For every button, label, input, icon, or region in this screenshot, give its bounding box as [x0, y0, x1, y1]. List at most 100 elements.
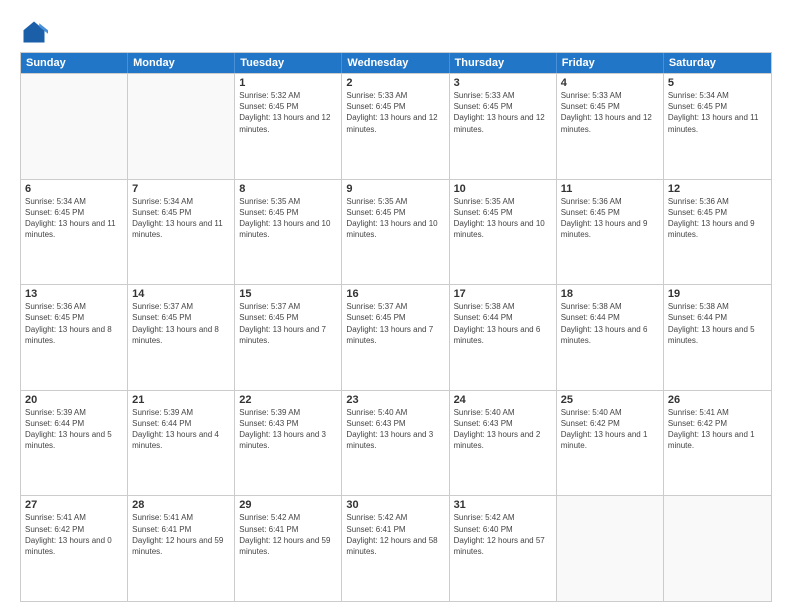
- day-number: 8: [239, 183, 337, 195]
- calendar-cell: 2Sunrise: 5:33 AM Sunset: 6:45 PM Daylig…: [342, 74, 449, 179]
- calendar-cell: 25Sunrise: 5:40 AM Sunset: 6:42 PM Dayli…: [557, 391, 664, 496]
- day-number: 31: [454, 499, 552, 511]
- day-info: Sunrise: 5:40 AM Sunset: 6:43 PM Dayligh…: [346, 407, 444, 452]
- calendar-body: 1Sunrise: 5:32 AM Sunset: 6:45 PM Daylig…: [21, 73, 771, 601]
- day-info: Sunrise: 5:42 AM Sunset: 6:41 PM Dayligh…: [239, 512, 337, 557]
- day-number: 12: [668, 183, 767, 195]
- day-header-wednesday: Wednesday: [342, 53, 449, 73]
- day-info: Sunrise: 5:35 AM Sunset: 6:45 PM Dayligh…: [346, 196, 444, 241]
- day-info: Sunrise: 5:42 AM Sunset: 6:40 PM Dayligh…: [454, 512, 552, 557]
- day-info: Sunrise: 5:34 AM Sunset: 6:45 PM Dayligh…: [25, 196, 123, 241]
- day-number: 14: [132, 288, 230, 300]
- calendar: SundayMondayTuesdayWednesdayThursdayFrid…: [20, 52, 772, 602]
- calendar-cell: 21Sunrise: 5:39 AM Sunset: 6:44 PM Dayli…: [128, 391, 235, 496]
- day-number: 28: [132, 499, 230, 511]
- calendar-week-4: 20 Sunrise: 5:39 AM Sunset: 6:44 PM Dayli…: [21, 390, 771, 496]
- day-number: 4: [561, 77, 659, 89]
- calendar-cell: 14Sunrise: 5:37 AM Sunset: 6:45 PM Dayli…: [128, 285, 235, 390]
- header: [20, 18, 772, 46]
- calendar-cell: 29Sunrise: 5:42 AM Sunset: 6:41 PM Dayli…: [235, 496, 342, 601]
- calendar-cell: [664, 496, 771, 601]
- day-number: 26: [668, 394, 767, 406]
- calendar-cell: [128, 74, 235, 179]
- day-info: Sunrise: 5:38 AM Sunset: 6:44 PM Dayligh…: [561, 301, 659, 346]
- day-info: Sunrise: 5:35 AM Sunset: 6:45 PM Dayligh…: [239, 196, 337, 241]
- calendar-cell: 8Sunrise: 5:35 AM Sunset: 6:45 PM Daylig…: [235, 180, 342, 285]
- day-number: 27: [25, 499, 123, 511]
- day-info: Sunrise: 5:34 AM Sunset: 6:45 PM Dayligh…: [132, 196, 230, 241]
- day-number: 5: [668, 77, 767, 89]
- day-info: Sunrise: 5:35 AM Sunset: 6:45 PM Dayligh…: [454, 196, 552, 241]
- day-info: Sunrise: 5:36 AM Sunset: 6:45 PM Dayligh…: [668, 196, 767, 241]
- calendar-cell: 20Sunrise: 5:39 AM Sunset: 6:44 PM Dayli…: [21, 391, 128, 496]
- calendar-cell: 19Sunrise: 5:38 AM Sunset: 6:44 PM Dayli…: [664, 285, 771, 390]
- calendar-cell: 4Sunrise: 5:33 AM Sunset: 6:45 PM Daylig…: [557, 74, 664, 179]
- day-number: 16: [346, 288, 444, 300]
- day-number: 11: [561, 183, 659, 195]
- day-info: Sunrise: 5:42 AM Sunset: 6:41 PM Dayligh…: [346, 512, 444, 557]
- logo: [20, 18, 52, 46]
- calendar-cell: 27Sunrise: 5:41 AM Sunset: 6:42 PM Dayli…: [21, 496, 128, 601]
- calendar-cell: 23Sunrise: 5:40 AM Sunset: 6:43 PM Dayli…: [342, 391, 449, 496]
- calendar-cell: 13Sunrise: 5:36 AM Sunset: 6:45 PM Dayli…: [21, 285, 128, 390]
- day-number: 7: [132, 183, 230, 195]
- calendar-week-3: 13Sunrise: 5:36 AM Sunset: 6:45 PM Dayli…: [21, 284, 771, 390]
- calendar-cell: 15Sunrise: 5:37 AM Sunset: 6:45 PM Dayli…: [235, 285, 342, 390]
- day-info: Sunrise: 5:38 AM Sunset: 6:44 PM Dayligh…: [454, 301, 552, 346]
- calendar-cell: 10Sunrise: 5:35 AM Sunset: 6:45 PM Dayli…: [450, 180, 557, 285]
- calendar-cell: 5Sunrise: 5:34 AM Sunset: 6:45 PM Daylig…: [664, 74, 771, 179]
- day-header-tuesday: Tuesday: [235, 53, 342, 73]
- calendar-cell: 17Sunrise: 5:38 AM Sunset: 6:44 PM Dayli…: [450, 285, 557, 390]
- calendar-week-5: 27Sunrise: 5:41 AM Sunset: 6:42 PM Dayli…: [21, 495, 771, 601]
- day-info: Sunrise: 5:33 AM Sunset: 6:45 PM Dayligh…: [561, 90, 659, 135]
- calendar-week-2: 6Sunrise: 5:34 AM Sunset: 6:45 PM Daylig…: [21, 179, 771, 285]
- calendar-cell: 6Sunrise: 5:34 AM Sunset: 6:45 PM Daylig…: [21, 180, 128, 285]
- calendar-cell: 3Sunrise: 5:33 AM Sunset: 6:45 PM Daylig…: [450, 74, 557, 179]
- day-number: 20: [25, 394, 123, 406]
- page: SundayMondayTuesdayWednesdayThursdayFrid…: [0, 0, 792, 612]
- day-number: 2: [346, 77, 444, 89]
- calendar-cell: 7Sunrise: 5:34 AM Sunset: 6:45 PM Daylig…: [128, 180, 235, 285]
- day-info: Sunrise: 5:39 AM Sunset: 6:44 PM Dayligh…: [132, 407, 230, 452]
- day-number: 13: [25, 288, 123, 300]
- logo-icon: [20, 18, 48, 46]
- calendar-cell: 24Sunrise: 5:40 AM Sunset: 6:43 PM Dayli…: [450, 391, 557, 496]
- calendar-cell: 1Sunrise: 5:32 AM Sunset: 6:45 PM Daylig…: [235, 74, 342, 179]
- day-number: 24: [454, 394, 552, 406]
- day-info: Sunrise: 5:33 AM Sunset: 6:45 PM Dayligh…: [454, 90, 552, 135]
- day-number: 21: [132, 394, 230, 406]
- calendar-cell: 28Sunrise: 5:41 AM Sunset: 6:41 PM Dayli…: [128, 496, 235, 601]
- day-number: 18: [561, 288, 659, 300]
- day-number: 3: [454, 77, 552, 89]
- day-info: Sunrise: 5:36 AM Sunset: 6:45 PM Dayligh…: [561, 196, 659, 241]
- calendar-cell: 26Sunrise: 5:41 AM Sunset: 6:42 PM Dayli…: [664, 391, 771, 496]
- day-number: 23: [346, 394, 444, 406]
- calendar-cell: 31Sunrise: 5:42 AM Sunset: 6:40 PM Dayli…: [450, 496, 557, 601]
- day-info: Sunrise: 5:36 AM Sunset: 6:45 PM Dayligh…: [25, 301, 123, 346]
- day-number: 29: [239, 499, 337, 511]
- day-info: Sunrise: 5:32 AM Sunset: 6:45 PM Dayligh…: [239, 90, 337, 135]
- day-number: 17: [454, 288, 552, 300]
- day-number: 15: [239, 288, 337, 300]
- day-info: Sunrise: 5:33 AM Sunset: 6:45 PM Dayligh…: [346, 90, 444, 135]
- calendar-header: SundayMondayTuesdayWednesdayThursdayFrid…: [21, 53, 771, 73]
- day-info: Sunrise: 5:40 AM Sunset: 6:43 PM Dayligh…: [454, 407, 552, 452]
- day-number: 22: [239, 394, 337, 406]
- day-number: 25: [561, 394, 659, 406]
- day-info: Sunrise: 5:41 AM Sunset: 6:42 PM Dayligh…: [668, 407, 767, 452]
- day-info: Sunrise: 5:41 AM Sunset: 6:41 PM Dayligh…: [132, 512, 230, 557]
- calendar-cell: [557, 496, 664, 601]
- day-info: Sunrise: 5:37 AM Sunset: 6:45 PM Dayligh…: [346, 301, 444, 346]
- day-header-friday: Friday: [557, 53, 664, 73]
- day-info: Sunrise: 5:39 AM Sunset: 6:43 PM Dayligh…: [239, 407, 337, 452]
- day-header-thursday: Thursday: [450, 53, 557, 73]
- day-number: 1: [239, 77, 337, 89]
- calendar-cell: 18Sunrise: 5:38 AM Sunset: 6:44 PM Dayli…: [557, 285, 664, 390]
- calendar-cell: 22Sunrise: 5:39 AM Sunset: 6:43 PM Dayli…: [235, 391, 342, 496]
- day-number: 6: [25, 183, 123, 195]
- day-info: Sunrise: 5:38 AM Sunset: 6:44 PM Dayligh…: [668, 301, 767, 346]
- calendar-cell: 12Sunrise: 5:36 AM Sunset: 6:45 PM Dayli…: [664, 180, 771, 285]
- calendar-cell: 30Sunrise: 5:42 AM Sunset: 6:41 PM Dayli…: [342, 496, 449, 601]
- day-info: Sunrise: 5:34 AM Sunset: 6:45 PM Dayligh…: [668, 90, 767, 135]
- calendar-cell: 9Sunrise: 5:35 AM Sunset: 6:45 PM Daylig…: [342, 180, 449, 285]
